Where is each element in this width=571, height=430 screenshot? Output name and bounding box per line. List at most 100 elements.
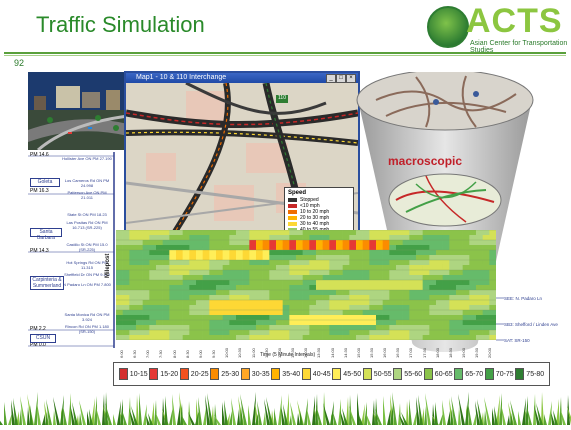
heatmap-cell <box>376 310 383 316</box>
speed-range-label: 45-50 <box>343 370 362 378</box>
heatmap-cell <box>222 270 230 276</box>
heatmap-cell <box>396 315 403 321</box>
heatmap-cell <box>429 295 437 301</box>
heatmap-cell <box>156 285 163 291</box>
heatmap-cell <box>282 300 290 306</box>
heatmap-cell <box>489 260 497 266</box>
heatmap-cell <box>142 310 150 316</box>
heatmap-cell <box>489 230 497 236</box>
speed-range-item: 20-25 <box>179 368 209 380</box>
heatmap-cell <box>356 295 363 301</box>
heatmap-cell <box>429 310 437 316</box>
heatmap-cell <box>229 255 237 261</box>
heatmap-cell <box>322 235 330 241</box>
heatmap-cell <box>222 250 230 256</box>
heatmap-cell <box>322 230 330 236</box>
time-tick-label: 20:00 <box>487 347 493 358</box>
heatmap-cell <box>196 270 203 276</box>
heatmap-cell <box>229 265 237 271</box>
map-window[interactable]: Map1 - 10 & 110 Interchange _ □ × 110 Sp… <box>124 71 360 248</box>
heatmap-cell <box>342 315 350 321</box>
heatmap-cell <box>236 255 243 261</box>
heatmap-cell <box>129 280 137 286</box>
heatmap-cell <box>342 250 350 256</box>
maximize-button[interactable]: □ <box>336 74 346 83</box>
right-label: SB3: Shefford / Linden Ave <box>504 322 558 327</box>
heatmap-cell <box>296 310 303 316</box>
heatmap-cell <box>162 285 170 291</box>
heatmap-cell <box>416 230 423 236</box>
heatmap-cell <box>296 250 303 256</box>
heatmap-cell <box>362 230 370 236</box>
heatmap-cell <box>349 305 357 311</box>
heatmap-cell <box>229 330 237 336</box>
heatmap-cell <box>196 330 203 336</box>
heatmap-cell <box>409 230 417 236</box>
heatmap-cell <box>116 315 123 321</box>
heatmap-cell <box>216 305 223 311</box>
pm-label: PM 14.3 <box>30 248 49 254</box>
heatmap-cell <box>116 335 123 341</box>
speed-range-item: 70-75 <box>484 368 514 380</box>
heatmap-cell <box>456 285 463 291</box>
heatmap-cell <box>222 230 230 236</box>
heatmap-cell <box>196 240 203 246</box>
heatmap-cell <box>376 290 383 296</box>
heatmap-cell <box>342 330 350 336</box>
heatmap-cell <box>302 280 310 286</box>
heatmap-cell <box>162 240 170 246</box>
heatmap-cell <box>442 290 450 296</box>
heatmap-cell <box>209 240 217 246</box>
heatmap-cell <box>276 255 283 261</box>
heatmap-cell <box>269 285 277 291</box>
heatmap-cell <box>349 250 357 256</box>
heatmap-cell <box>369 330 377 336</box>
heatmap-cell <box>209 230 217 236</box>
heatmap-cell <box>349 280 357 286</box>
heatmap-cell <box>462 315 470 321</box>
heatmap-cell <box>462 320 470 326</box>
map-window-title: Map1 - 10 & 110 Interchange <box>136 74 227 81</box>
heatmap-cell <box>442 270 450 276</box>
heatmap-cell <box>362 315 370 321</box>
heatmap-cell <box>402 305 410 311</box>
heatmap-cell <box>442 230 450 236</box>
heatmap-cell <box>216 275 223 281</box>
heatmap-cell <box>209 280 217 286</box>
heatmap-cell <box>309 240 317 246</box>
time-tick-label: 14:30 <box>342 347 348 358</box>
heatmap-cell <box>369 315 377 321</box>
heatmap-cell <box>169 245 177 251</box>
heatmap-cell <box>216 295 223 301</box>
heatmap-cell <box>449 230 457 236</box>
heatmap-cell <box>449 290 457 296</box>
heatmap-cell <box>162 245 170 251</box>
heatmap-cell <box>469 285 477 291</box>
heatmap-cell <box>482 325 490 331</box>
heatmap-cell <box>296 260 303 266</box>
heatmap-cell <box>189 270 197 276</box>
heatmap-cell <box>229 315 237 321</box>
heatmap-cell <box>242 290 250 296</box>
close-button[interactable]: × <box>346 74 356 83</box>
heatmap-cell <box>429 285 437 291</box>
heatmap-cell <box>242 320 250 326</box>
heatmap-cell <box>262 335 270 341</box>
heatmap-cell <box>356 260 363 266</box>
heatmap-cell <box>302 325 310 331</box>
heatmap-cell <box>129 245 137 251</box>
heatmap-cell <box>149 295 157 301</box>
minimize-button[interactable]: _ <box>326 74 336 83</box>
heatmap-cell <box>202 285 210 291</box>
heatmap-cell <box>489 250 497 256</box>
heatmap-cell <box>296 305 303 311</box>
speed-range-label: 75-80 <box>526 370 545 378</box>
heatmap-cell <box>329 305 337 311</box>
heatmap-cell <box>236 310 243 316</box>
heatmap-cell <box>349 260 357 266</box>
heatmap-cell <box>356 290 363 296</box>
time-tick-label: 10:00 <box>224 347 230 358</box>
heatmap-cell <box>182 280 190 286</box>
heatmap-cell <box>342 300 350 306</box>
heatmap-cell <box>489 255 497 261</box>
